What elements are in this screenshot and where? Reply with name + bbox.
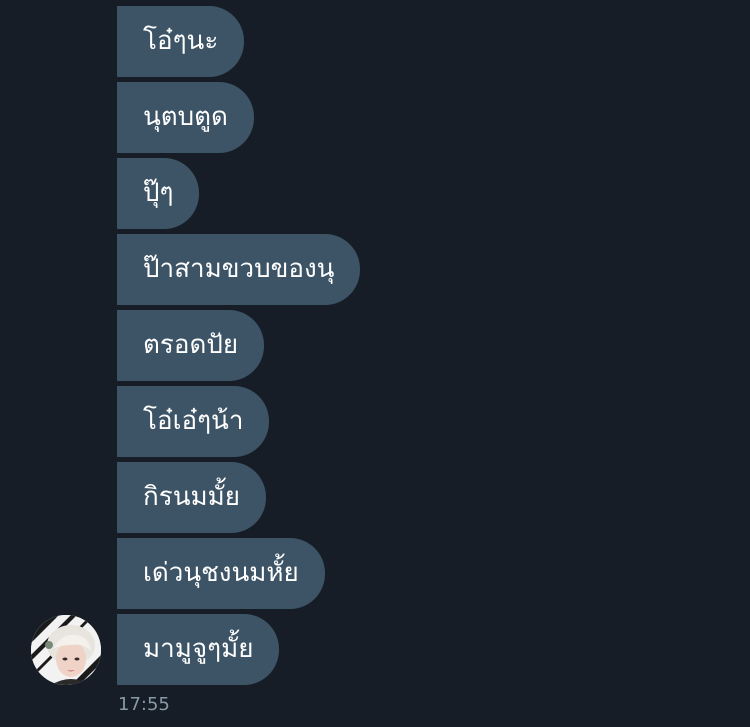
message-bubble[interactable]: เด่วนุชงนมหั้ย	[117, 538, 325, 609]
avatar[interactable]	[31, 615, 101, 685]
message-bubble[interactable]: มามูจูๆมั้ย	[117, 614, 280, 685]
message-bubble[interactable]: ตรอดปัย	[117, 310, 265, 381]
avatar-image	[31, 615, 101, 685]
message-bubble[interactable]: ปุ๊ๆ	[117, 158, 200, 229]
message-bubble[interactable]: โอ๋เอ๋ๆน้า	[117, 386, 270, 457]
message-bubble[interactable]: กิรนมมั้ย	[117, 462, 266, 533]
message-bubble[interactable]: ป๊าสามขวบของนุ	[117, 234, 361, 305]
message-timestamp: 17:55	[118, 694, 170, 715]
message-thread: โอ๋ๆนะ นุตบตูด ปุ๊ๆ ป๊าสามขวบของนุ ตรอดป…	[0, 0, 750, 727]
message-bubble[interactable]: นุตบตูด	[117, 82, 254, 153]
message-bubble[interactable]: โอ๋ๆนะ	[117, 6, 245, 77]
